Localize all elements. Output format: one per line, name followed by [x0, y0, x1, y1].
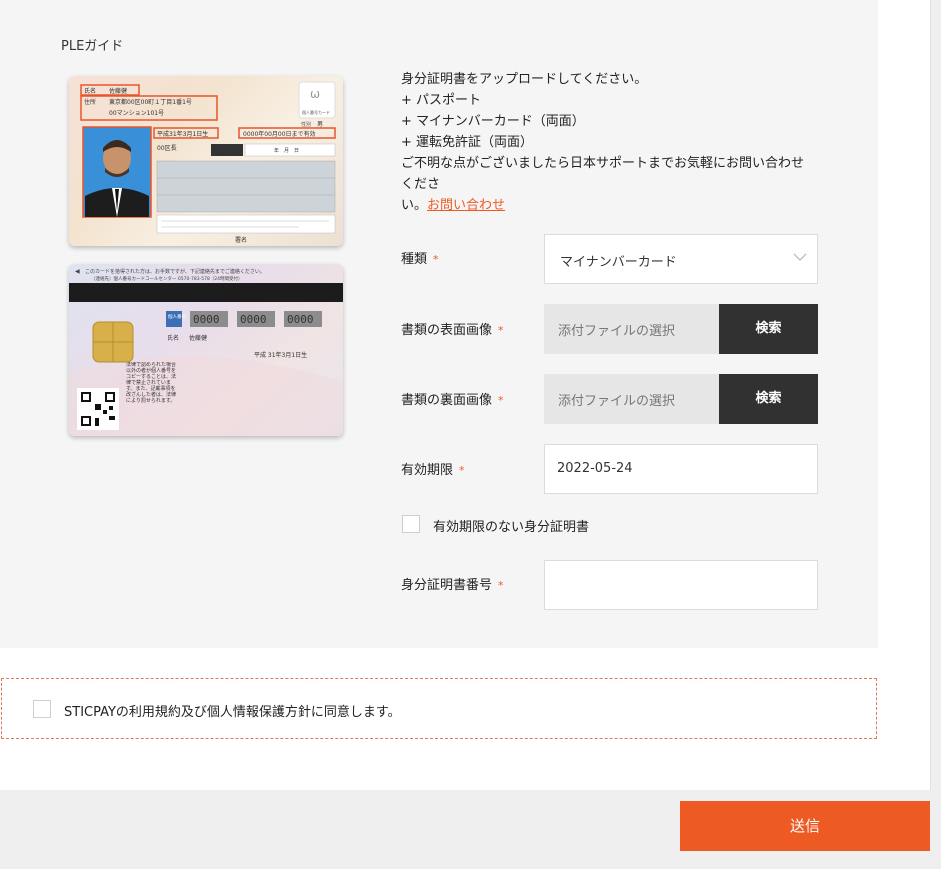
back-notice: このカードを拾得された方は、お手数ですが、下記連絡先までご連絡ください。 — [85, 268, 265, 275]
front-ward: 00区長 — [157, 145, 177, 152]
front-name: 佐藤健 — [109, 87, 127, 95]
type-label-text: 種類 — [401, 252, 428, 267]
front-address-line1: 東京都00区00町１丁目1番1号 — [109, 98, 192, 106]
back-image-file-input[interactable]: 添付ファイルの選択 — [544, 374, 719, 424]
expiry-date-input[interactable]: 2022-05-24 — [544, 444, 818, 494]
back-image-label: 書類の裏面画像 * — [401, 389, 504, 408]
back-birth: 平成 31年3月1日生 — [254, 351, 307, 359]
page-right-border — [930, 0, 941, 790]
guide-title: PLEガイド — [61, 39, 124, 54]
back-image-label-text: 書類の裏面画像 — [401, 393, 493, 408]
front-image-file-input[interactable]: 添付ファイルの選択 — [544, 304, 719, 354]
back-number-block-2: 0000 — [240, 313, 267, 326]
front-gender-label: 性別 — [301, 121, 311, 128]
required-mark: * — [498, 394, 504, 407]
front-signature: 署名 — [235, 236, 247, 244]
submit-button[interactable]: 送信 — [680, 801, 930, 851]
intro-line-4: + 運転免許証（両面） — [401, 135, 534, 150]
front-image-label-text: 書類の表面画像 — [401, 323, 493, 338]
front-ymd: 年 月 日 — [274, 147, 299, 154]
front-address-label: 住所 — [84, 98, 96, 106]
upload-instructions: 身分証明書をアップロードしてください。 + パスポート + マイナンバーカード（… — [401, 69, 806, 216]
expiry-label-text: 有効期限 — [401, 463, 454, 478]
required-mark: * — [459, 464, 465, 477]
back-name-label: 氏名 — [167, 334, 179, 342]
terms-agreement-box: STICPAYの利用規約及び個人情報保護方針に同意します。 — [1, 678, 877, 739]
front-birth: 平成31年3月1日生 — [157, 130, 208, 138]
page-content: PLEガイド 氏名 佐藤健 住所 東京都00区00町１丁目1番1号 00マンショ… — [0, 0, 930, 790]
type-select[interactable]: マイナンバーカード — [544, 234, 818, 284]
intro-line-3: + マイナンバーカード（両面） — [401, 114, 585, 129]
front-address-line2: 00マンション101号 — [109, 110, 164, 117]
required-mark: * — [498, 324, 504, 337]
back-number-label: 個人番号 — [168, 313, 186, 320]
back-image-search-button[interactable]: 検索 — [719, 374, 818, 424]
intro-line-6-prefix: い。 — [401, 198, 428, 213]
intro-line-1: 身分証明書をアップロードしてください。 — [401, 72, 648, 87]
id-guide-panel: PLEガイド 氏名 佐藤健 住所 東京都00区00町１丁目1番1号 00マンショ… — [0, 0, 878, 648]
no-expiry-label: 有効期限のない身分証明書 — [433, 520, 590, 535]
front-expiry: 0000年00月00日まで有効 — [243, 130, 316, 138]
svg-text:◀: ◀ — [75, 268, 80, 275]
mynumber-card-back-sample: ◀ このカードを拾得された方は、お手数ですが、下記連絡先までご連絡ください。 （… — [69, 264, 343, 436]
intro-line-2: + パスポート — [401, 93, 482, 108]
back-name: 佐藤健 — [189, 334, 207, 342]
type-select-value: マイナンバーカード — [560, 255, 677, 270]
chevron-down-icon — [793, 253, 807, 261]
required-mark: * — [433, 253, 439, 266]
back-contact: （連絡先）個人番号カードコールセンター 0570-783-578（24時間受付） — [91, 275, 243, 282]
id-number-label-text: 身分証明書番号 — [401, 578, 493, 593]
expiry-date-value: 2022-05-24 — [557, 461, 633, 476]
id-number-label: 身分証明書番号 * — [401, 574, 504, 593]
type-label: 種類 * — [401, 248, 439, 267]
required-mark: * — [498, 579, 504, 592]
front-name-label: 氏名 — [84, 87, 96, 95]
expiry-label: 有効期限 * — [401, 459, 465, 478]
mynumber-card-front-sample: 氏名 佐藤健 住所 東京都00区00町１丁目1番1号 00マンション101号 ω… — [69, 76, 343, 246]
terms-agreement-label: STICPAYの利用規約及び個人情報保護方針に同意します。 — [64, 705, 401, 720]
terms-agreement-checkbox[interactable] — [33, 700, 51, 718]
front-image-search-button[interactable]: 検索 — [719, 304, 818, 354]
front-image-label: 書類の表面画像 * — [401, 319, 504, 338]
intro-line-5: ご不明な点がございましたら日本サポートまでお気軽にお問い合わせくださ — [401, 156, 805, 192]
front-image-placeholder: 添付ファイルの選択 — [558, 324, 676, 339]
back-image-placeholder: 添付ファイルの選択 — [558, 394, 676, 409]
back-number-block-1: 0000 — [193, 313, 220, 326]
id-number-input[interactable] — [544, 560, 818, 610]
back-number-block-3: 0000 — [287, 313, 314, 326]
front-gender: 男 — [317, 121, 323, 128]
no-expiry-checkbox[interactable] — [402, 515, 420, 533]
mynumber-badge: 個人番号カード — [302, 109, 330, 115]
svg-text:ω: ω — [310, 87, 320, 101]
contact-link[interactable]: お問い合わせ — [427, 198, 505, 213]
back-legal-text: 法律で認められた場合以外の者が個人番号をコピーすることは、法律で禁止されています… — [126, 362, 177, 404]
